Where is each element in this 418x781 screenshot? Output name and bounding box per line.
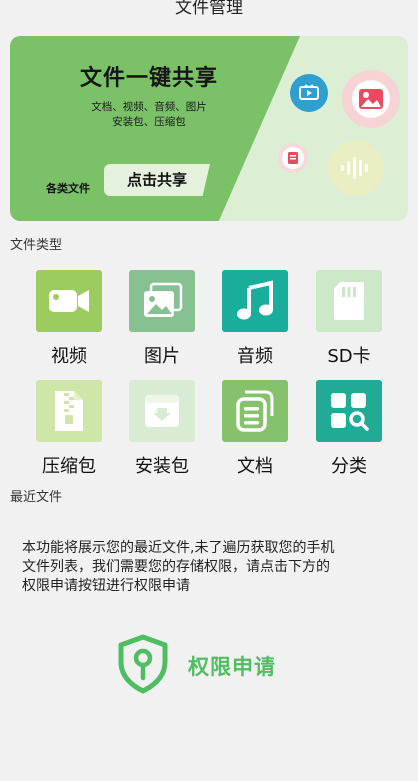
file-types-title: 文件类型 <box>10 238 63 253</box>
file-type-image[interactable]: 图片 <box>117 270 207 368</box>
file-type-label: SD卡 <box>327 346 371 367</box>
file-type-label: 视频 <box>51 346 87 367</box>
file-type-label: 音频 <box>237 346 273 367</box>
file-type-archive[interactable]: 压缩包 <box>24 380 114 478</box>
document-icon <box>278 143 308 173</box>
music-note-icon <box>222 270 288 332</box>
tv-icon <box>290 74 328 112</box>
file-type-label: 图片 <box>144 346 180 367</box>
permission-message: 本功能将展示您的最近文件,未了遍历获取您的手机 文件列表，我们需要您的存储权限，… <box>22 539 392 596</box>
permission-request-label: 权限申请 <box>188 655 276 679</box>
shield-key-icon <box>116 634 170 698</box>
sd-card-icon <box>316 270 382 332</box>
recent-files-title: 最近文件 <box>10 490 63 505</box>
file-type-sd-card[interactable]: SD卡 <box>304 270 394 368</box>
banner-subtitle-line2: 安装包、压缩包 <box>112 116 186 128</box>
banner-category-label: 各类文件 <box>46 182 90 195</box>
file-type-video[interactable]: 视频 <box>24 270 114 368</box>
file-type-installer[interactable]: 安装包 <box>117 380 207 478</box>
permission-message-line2: 文件列表，我们需要您的存储权限，请点击下方的 <box>22 559 330 575</box>
permission-message-line3: 权限申请按钮进行权限申请 <box>22 578 190 594</box>
gallery-icon <box>129 270 195 332</box>
image-icon <box>342 70 400 128</box>
page-title: 文件管理 <box>175 0 243 18</box>
permission-message-line1: 本功能将展示您的最近文件,未了遍历获取您的手机 <box>22 540 335 556</box>
share-button[interactable]: 点击共享 <box>104 164 210 196</box>
banner-subtitle-line1: 文档、视频、音频、图片 <box>91 101 207 113</box>
install-package-icon <box>129 380 195 442</box>
zip-file-icon <box>36 380 102 442</box>
file-type-document[interactable]: 文档 <box>210 380 300 478</box>
file-type-label: 压缩包 <box>42 456 96 477</box>
banner-title: 文件一键共享 <box>79 66 218 91</box>
waveform-icon <box>328 140 384 196</box>
file-type-label: 分类 <box>331 456 367 477</box>
file-type-category[interactable]: 分类 <box>304 380 394 478</box>
category-search-icon <box>316 380 382 442</box>
banner-subtitle: 文档、视频、音频、图片 安装包、压缩包 <box>44 100 254 130</box>
file-type-audio[interactable]: 音频 <box>210 270 300 368</box>
file-type-label: 安装包 <box>135 456 189 477</box>
video-camera-icon <box>36 270 102 332</box>
share-banner[interactable]: 文件一键共享 文档、视频、音频、图片 安装包、压缩包 各类文件 点击共享 <box>10 36 408 221</box>
permission-request-button[interactable]: 权限申请 <box>116 634 306 698</box>
file-type-label: 文档 <box>237 456 273 477</box>
documents-icon <box>222 380 288 442</box>
